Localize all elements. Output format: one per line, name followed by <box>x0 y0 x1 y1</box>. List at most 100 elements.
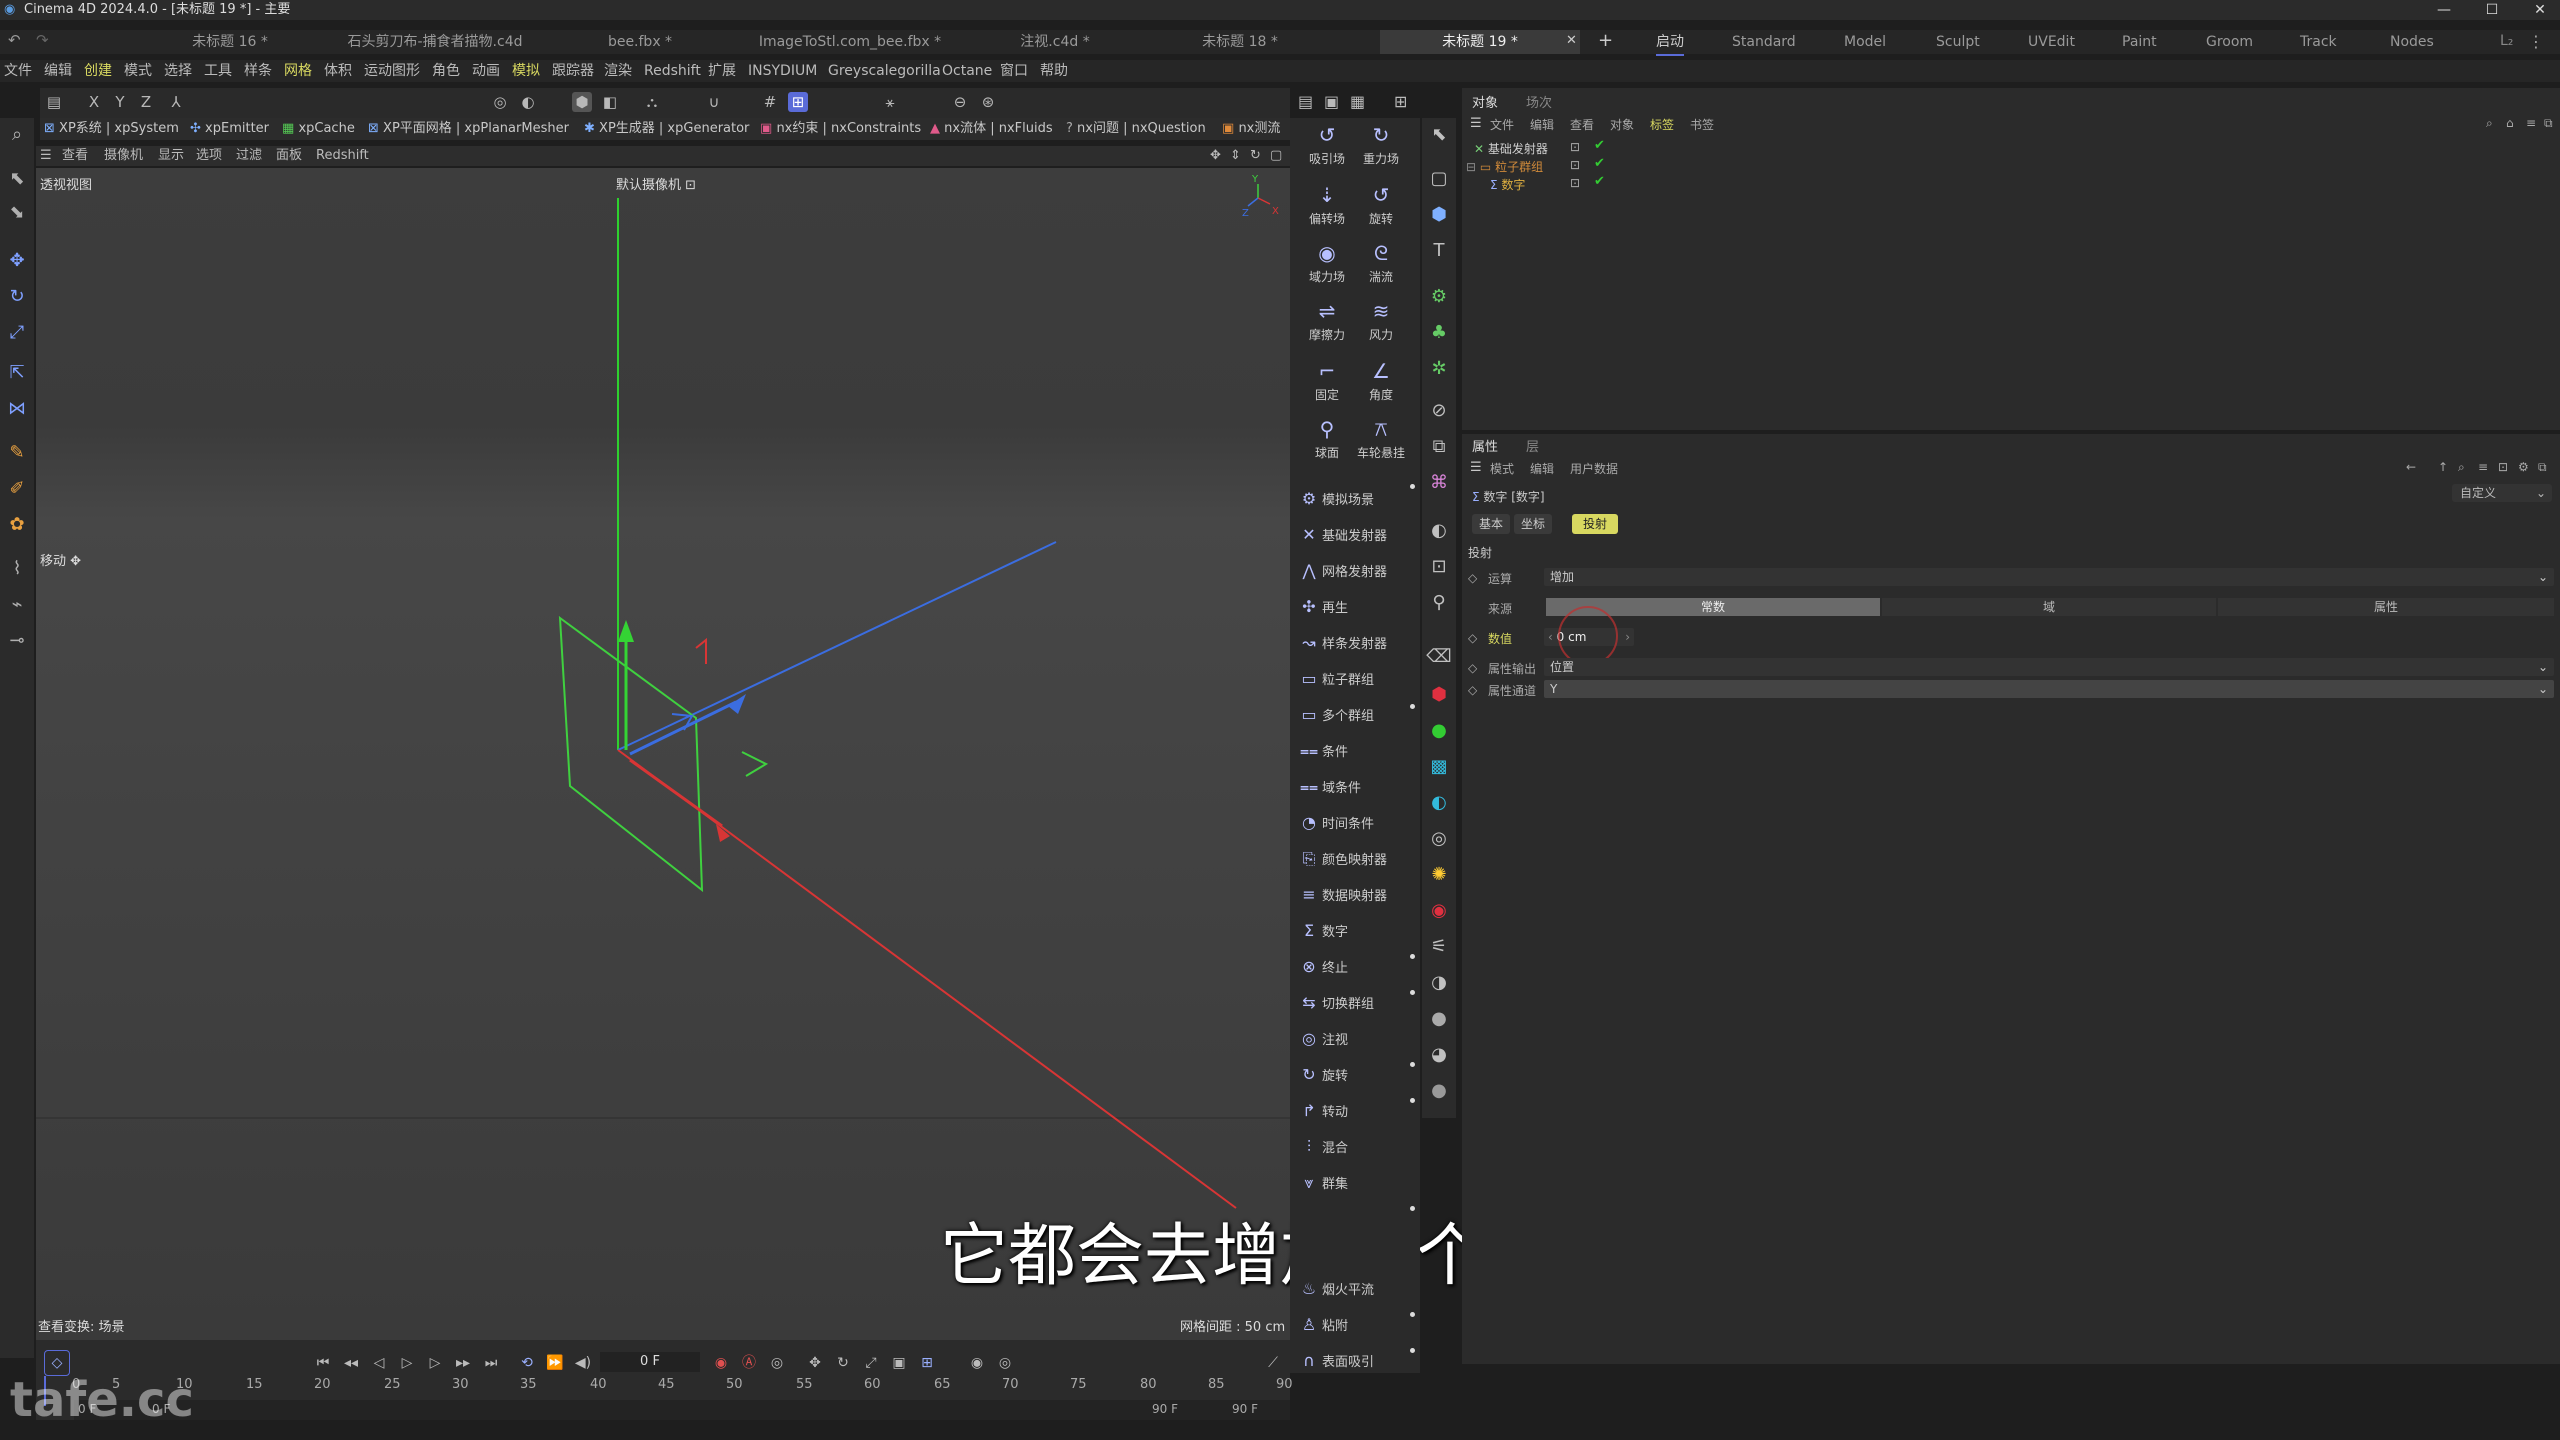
palette-sim-scene[interactable]: ⚙ 模拟场景 <box>1296 482 1418 516</box>
play-icon[interactable]: ▷ <box>396 1352 418 1374</box>
palette-multi-group[interactable]: ▭ 多个群组 <box>1296 698 1418 732</box>
palette-time-condition[interactable]: ◔ 时间条件 <box>1296 806 1418 840</box>
maximize-icon[interactable]: ☐ <box>2472 0 2512 20</box>
select-icon[interactable]: ⬉ <box>4 166 30 192</box>
menu-item[interactable]: 角色 <box>432 60 460 82</box>
brush-icon[interactable]: ⌇ <box>4 556 30 582</box>
menu-item[interactable]: 网格 <box>284 60 312 82</box>
cube-icon[interactable]: ⬢ <box>1424 200 1454 230</box>
transform-icon[interactable]: ⇱ <box>4 360 30 386</box>
axis-y-lock-icon[interactable]: Y <box>110 92 130 112</box>
layout-tab[interactable]: Sculpt <box>1936 30 1980 54</box>
menu-item[interactable]: 文件 <box>4 60 32 82</box>
text-icon[interactable]: T <box>1424 236 1454 266</box>
redshift-icon[interactable]: ⬢ <box>1424 680 1454 710</box>
plugin-item[interactable]: ⊠ XP系统 | xpSystem <box>44 118 179 140</box>
layer-check-icon[interactable]: ⊡ <box>1570 158 1580 172</box>
cloner-icon[interactable]: ♣ <box>1424 318 1454 348</box>
menu-item[interactable]: INSYDIUM <box>748 60 817 82</box>
live-select-icon[interactable]: ⬊ <box>4 200 30 226</box>
hamburger-icon[interactable]: ☰ <box>40 146 52 166</box>
spline-pen-icon[interactable]: ✎ <box>4 440 30 466</box>
doc-tab[interactable]: 石头剪刀布-捕食者描物.c4d <box>330 30 540 54</box>
object-row[interactable]: ⊟ ▭ 粒子群组 <box>1466 158 1543 175</box>
viewport-toggle-icon[interactable]: ▢ <box>1270 146 1282 166</box>
axis-x-lock-icon[interactable]: X <box>84 92 104 112</box>
go-to-start-icon[interactable]: ⏮ <box>312 1352 334 1374</box>
key-param-icon[interactable]: ▣ <box>888 1352 910 1374</box>
doc-tab[interactable]: ImageToStl.com_bee.fbx * <box>740 30 960 54</box>
object-row[interactable]: ✕ 基础发射器 <box>1474 140 1548 157</box>
speed-icon[interactable]: ⏩ <box>544 1352 566 1374</box>
viewport-menu-item[interactable]: 摄像机 <box>104 146 143 166</box>
plugin-item[interactable]: ▦ xpCache <box>282 118 355 140</box>
om-menu-item[interactable]: 文件 <box>1490 116 1514 133</box>
palette-rotation[interactable]: ↺ 旋转 <box>1356 180 1406 227</box>
snap-active-icon[interactable]: ⊞ <box>788 92 808 112</box>
network-icon[interactable]: ⊞ <box>1394 92 1407 111</box>
home-icon[interactable]: ⌂ <box>2506 116 2514 130</box>
material-ball-2-icon[interactable]: ● <box>1424 1004 1454 1034</box>
preset-dropdown[interactable]: 自定义 ⌄ <box>2452 484 2552 502</box>
palette-gravity[interactable]: ↻ 重力场 <box>1356 120 1406 167</box>
palette-sphere[interactable]: ⚲ 球面 <box>1302 414 1352 461</box>
sun-icon[interactable]: ✺ <box>1424 860 1454 890</box>
palette-regenerate[interactable]: ✣ 再生 <box>1296 590 1418 624</box>
axis-z-lock-icon[interactable]: Z <box>136 92 156 112</box>
menu-item[interactable]: 选择 <box>164 60 192 82</box>
palette-flock[interactable]: ⩔ 群集 <box>1296 1166 1418 1200</box>
expand-icon[interactable]: ⧉ <box>2544 116 2553 131</box>
new-window-icon[interactable]: ⧉ <box>2538 460 2547 475</box>
menu-item[interactable]: Redshift <box>644 60 701 82</box>
layout-tab[interactable]: Model <box>1844 30 1886 54</box>
record-key-icon[interactable]: ◉ <box>710 1352 732 1374</box>
render-view-icon[interactable]: ◎ <box>490 92 510 112</box>
layout-tab[interactable]: Paint <box>2122 30 2157 54</box>
viewport-menu-item[interactable]: 过滤 <box>236 146 262 166</box>
viewport-zoom-icon[interactable]: ⇕ <box>1230 146 1241 166</box>
palette-turn[interactable]: ↱ 转动 <box>1296 1094 1418 1128</box>
key-rotation-icon[interactable]: ↻ <box>832 1352 854 1374</box>
prev-frame-icon[interactable]: ◁ <box>368 1352 390 1374</box>
up-arrow-icon[interactable]: ↑ <box>2438 460 2448 474</box>
menu-item[interactable]: 体积 <box>324 60 352 82</box>
menu-item[interactable]: 运动图形 <box>364 60 420 82</box>
doc-tab-active[interactable]: 未标题 19 * <box>1380 30 1580 54</box>
graph-icon[interactable]: ⟋ <box>1262 1352 1284 1374</box>
lock-workplane-icon[interactable]: ⊛ <box>978 92 998 112</box>
tab-basic[interactable]: 基本 <box>1472 514 1510 534</box>
palette-data-mapper[interactable]: ≡ 数据映射器 <box>1296 878 1418 912</box>
null-object-icon[interactable]: ▢ <box>1424 164 1454 194</box>
next-key-icon[interactable]: ▸▸ <box>452 1352 474 1374</box>
sound-icon[interactable]: ◀) <box>572 1352 594 1374</box>
minimize-icon[interactable]: — <box>2424 0 2464 20</box>
palette-spline-emitter[interactable]: ↝ 样条发射器 <box>1296 626 1418 660</box>
menu-item[interactable]: 创建 <box>84 60 112 82</box>
hair-icon[interactable]: ⌘ <box>1424 468 1454 498</box>
viewport-3d[interactable]: Y X Z 透视视图 默认摄像机 ⊡ 移动 ✥ 查看变换: 场景 网格间距 : … <box>36 168 1290 1340</box>
key-scale-icon[interactable]: ⤢ <box>860 1352 882 1374</box>
record-icon[interactable]: ◉ <box>1424 896 1454 926</box>
render-settings-icon[interactable]: ◧ <box>600 92 620 112</box>
om-menu-item[interactable]: 书签 <box>1690 116 1714 133</box>
viewport-rotate-icon[interactable]: ↻ <box>1250 146 1261 166</box>
search-icon[interactable]: ⌕ <box>4 122 30 148</box>
om-menu-item[interactable]: 对象 <box>1610 116 1634 133</box>
palette-wind[interactable]: ≋ 风力 <box>1356 296 1406 343</box>
keyframe-diamond-icon[interactable]: ◇ <box>1468 571 1477 585</box>
tab-coordinates[interactable]: 坐标 <box>1514 514 1552 534</box>
tab-takes[interactable]: 场次 <box>1526 92 1552 111</box>
paint-icon[interactable]: ✿ <box>4 512 30 538</box>
menu-item[interactable]: 模拟 <box>512 60 540 82</box>
palette-rotate[interactable]: ↻ 旋转 <box>1296 1058 1418 1092</box>
layout-tab[interactable]: 启动 <box>1656 30 1684 56</box>
om-menu-item[interactable]: 标签 <box>1650 116 1674 133</box>
keyframe-diamond-icon[interactable]: ◇ <box>1468 631 1477 645</box>
lock-icon[interactable]: ⊡ <box>2498 460 2508 474</box>
doc-tab[interactable]: 未标题 18 * <box>1160 30 1320 54</box>
workplane-icon[interactable]: ⊖ <box>950 92 970 112</box>
layer-check-icon[interactable]: ⊡ <box>1570 140 1580 154</box>
palette-stick[interactable]: ♙ 粘附 <box>1296 1308 1418 1342</box>
viewport-menu-item[interactable]: 面板 <box>276 146 302 166</box>
camera-name[interactable]: 默认摄像机 ⊡ <box>616 174 696 193</box>
